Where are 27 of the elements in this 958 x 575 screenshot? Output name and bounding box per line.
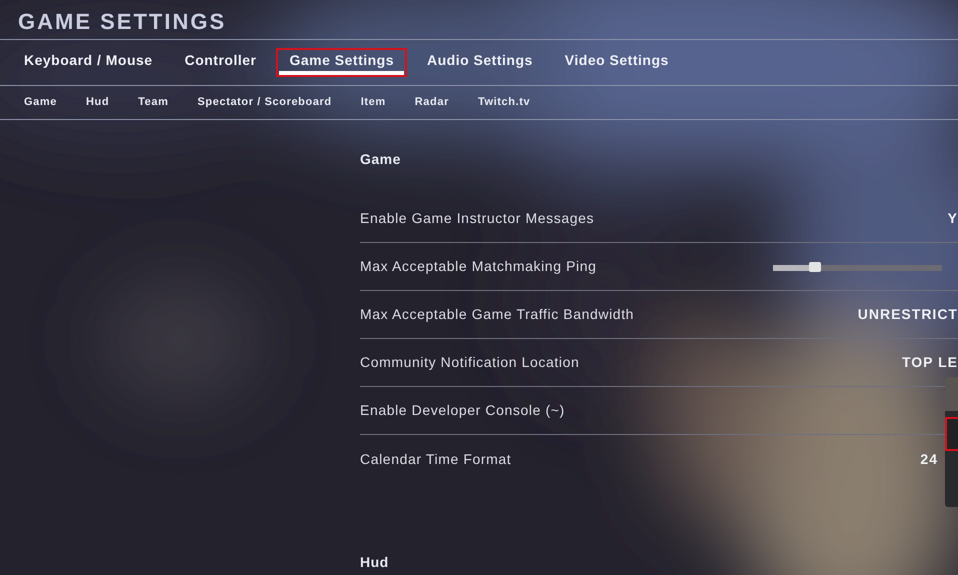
subtab[interactable]: Item bbox=[360, 94, 386, 111]
setting-label: Calendar Time Format bbox=[360, 450, 512, 468]
subtab[interactable]: Radar bbox=[414, 94, 449, 111]
subtab[interactable]: Game bbox=[24, 94, 57, 111]
setting-label: Max Acceptable Matchmaking Ping bbox=[360, 257, 596, 276]
subtab[interactable]: Hud bbox=[86, 94, 110, 111]
tab[interactable]: Game Settings bbox=[279, 50, 404, 75]
ping-slider[interactable] bbox=[773, 262, 942, 272]
dropdown-menu[interactable] bbox=[945, 377, 958, 507]
setting-value[interactable]: Y bbox=[948, 208, 958, 229]
tab[interactable]: Controller bbox=[174, 50, 266, 75]
tab[interactable]: Audio Settings bbox=[417, 50, 543, 75]
setting-label: Community Notification Location bbox=[360, 353, 580, 372]
subtab[interactable]: Team bbox=[138, 94, 168, 111]
setting-label: Enable Game Instructor Messages bbox=[360, 209, 594, 228]
setting-value[interactable]: TOP LE bbox=[902, 352, 958, 373]
setting-value[interactable]: 24 bbox=[920, 448, 938, 470]
tab[interactable]: Keyboard / Mouse bbox=[14, 50, 163, 75]
page-title: GAME SETTINGS bbox=[18, 9, 226, 34]
subtab[interactable]: Spectator / Scoreboard bbox=[198, 94, 332, 111]
setting-label: Max Acceptable Game Traffic Bandwidth bbox=[360, 305, 634, 324]
setting-label: Enable Developer Console (~) bbox=[360, 401, 565, 420]
subtab[interactable]: Twitch.tv bbox=[478, 94, 530, 111]
section-heading: Game bbox=[360, 151, 401, 167]
tab[interactable]: Video Settings bbox=[554, 50, 679, 75]
section-heading: Hud bbox=[360, 554, 389, 570]
setting-value[interactable]: UNRESTRICT bbox=[858, 304, 958, 325]
